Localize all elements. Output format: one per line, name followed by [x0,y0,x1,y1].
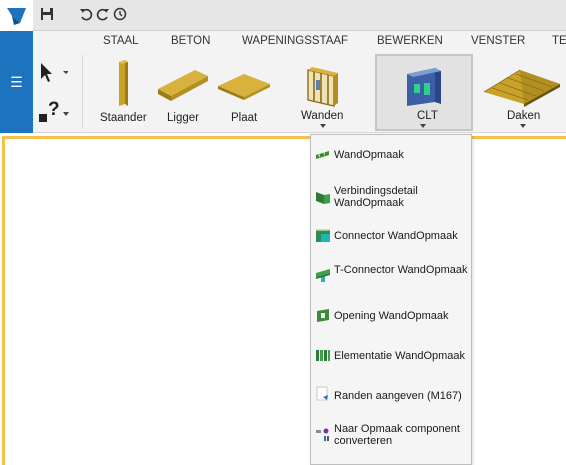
edges-icon [316,386,328,401]
menu-item-label: WandOpmaak [334,149,404,161]
ribbon-divider [82,55,83,129]
wall-layout-icon [316,151,329,159]
menu-item-label: Elementatie WandOpmaak [334,350,466,362]
daken-tool[interactable]: Daken [480,56,566,128]
clt-wall-icon [407,68,441,106]
tab-staal[interactable]: STAAL [103,35,139,47]
chevron-down-icon [520,124,526,128]
staander-label: Staander [100,112,147,124]
menu-item-randen[interactable]: Randen aangeven (M167) [311,386,471,406]
convert-component-icon [316,428,329,441]
title-bar [0,0,566,31]
app-logo-icon[interactable] [0,0,33,31]
help-mark: ? [48,99,60,120]
plaat-tool[interactable]: Plaat [216,56,272,128]
history-clock-icon[interactable] [113,7,129,23]
menu-item-converteren[interactable]: Naar Opmaak component converteren [311,422,471,450]
staander-tool[interactable]: Staander [96,56,150,128]
tab-truncated[interactable]: TE [552,35,566,47]
menu-item-label: Verbindingsdetail WandOpmaak [334,185,418,209]
select-tool[interactable] [38,62,69,84]
hamburger-menu-icon[interactable]: ☰ [0,73,33,91]
clt-dropdown-menu: WandOpmaak Verbindingsdetail WandOpmaak … [310,134,472,465]
menu-item-label: Opening WandOpmaak [334,310,449,322]
redo-icon[interactable] [96,7,112,23]
menu-item-connector[interactable]: Connector WandOpmaak [311,226,471,246]
t-connector-icon [316,269,330,282]
menu-item-label: T-Connector WandOpmaak [334,264,468,276]
beam-icon [158,70,208,101]
menu-item-label: Naar Opmaak component converteren [334,423,460,447]
clt-tool[interactable]: CLT [375,54,473,131]
menu-item-label: Randen aangeven (M167) [334,390,462,402]
undo-icon[interactable] [79,7,95,23]
wanden-label: Wanden [301,110,344,122]
column-icon [119,60,128,106]
chevron-down-icon [320,124,326,128]
ribbon-tabs: STAAL BETON WAPENINGSSTAAF BEWERKEN VENS… [33,31,566,51]
ligger-label: Ligger [167,112,199,124]
menu-item-wandopmaak[interactable]: WandOpmaak [311,145,471,165]
tab-beton[interactable]: BETON [171,35,210,47]
tab-venster[interactable]: VENSTER [471,35,525,47]
plaat-label: Plaat [231,112,258,124]
menu-item-label: Connector WandOpmaak [334,230,458,242]
tab-wapeningsstaaf[interactable]: WAPENINGSSTAAF [242,35,348,47]
roof-icon [483,69,560,107]
daken-label: Daken [507,110,541,122]
opening-icon [317,309,329,322]
help-tool[interactable]: ? [38,99,69,125]
model-canvas[interactable] [2,136,566,465]
ligger-tool[interactable]: Ligger [155,56,211,128]
ribbon-menu-strip: ☰ [0,31,33,133]
menu-item-verbindingsdetail[interactable]: Verbindingsdetail WandOpmaak [311,183,471,211]
tab-bewerken[interactable]: BEWERKEN [377,35,443,47]
wall-frame-icon [307,67,338,107]
clt-label: CLT [417,110,438,122]
connection-detail-icon [316,192,330,204]
menu-item-elementatie[interactable]: Elementatie WandOpmaak [311,346,471,366]
elementation-icon [316,350,330,361]
save-icon[interactable] [40,7,56,23]
menu-item-opening[interactable]: Opening WandOpmaak [311,306,471,326]
chevron-down-icon [420,124,426,128]
plate-icon [218,74,270,100]
wanden-tool[interactable]: Wanden [294,56,352,128]
menu-item-t-connector[interactable]: T-Connector WandOpmaak [311,263,471,291]
connector-icon [316,229,330,242]
chevron-down-icon [63,112,69,116]
